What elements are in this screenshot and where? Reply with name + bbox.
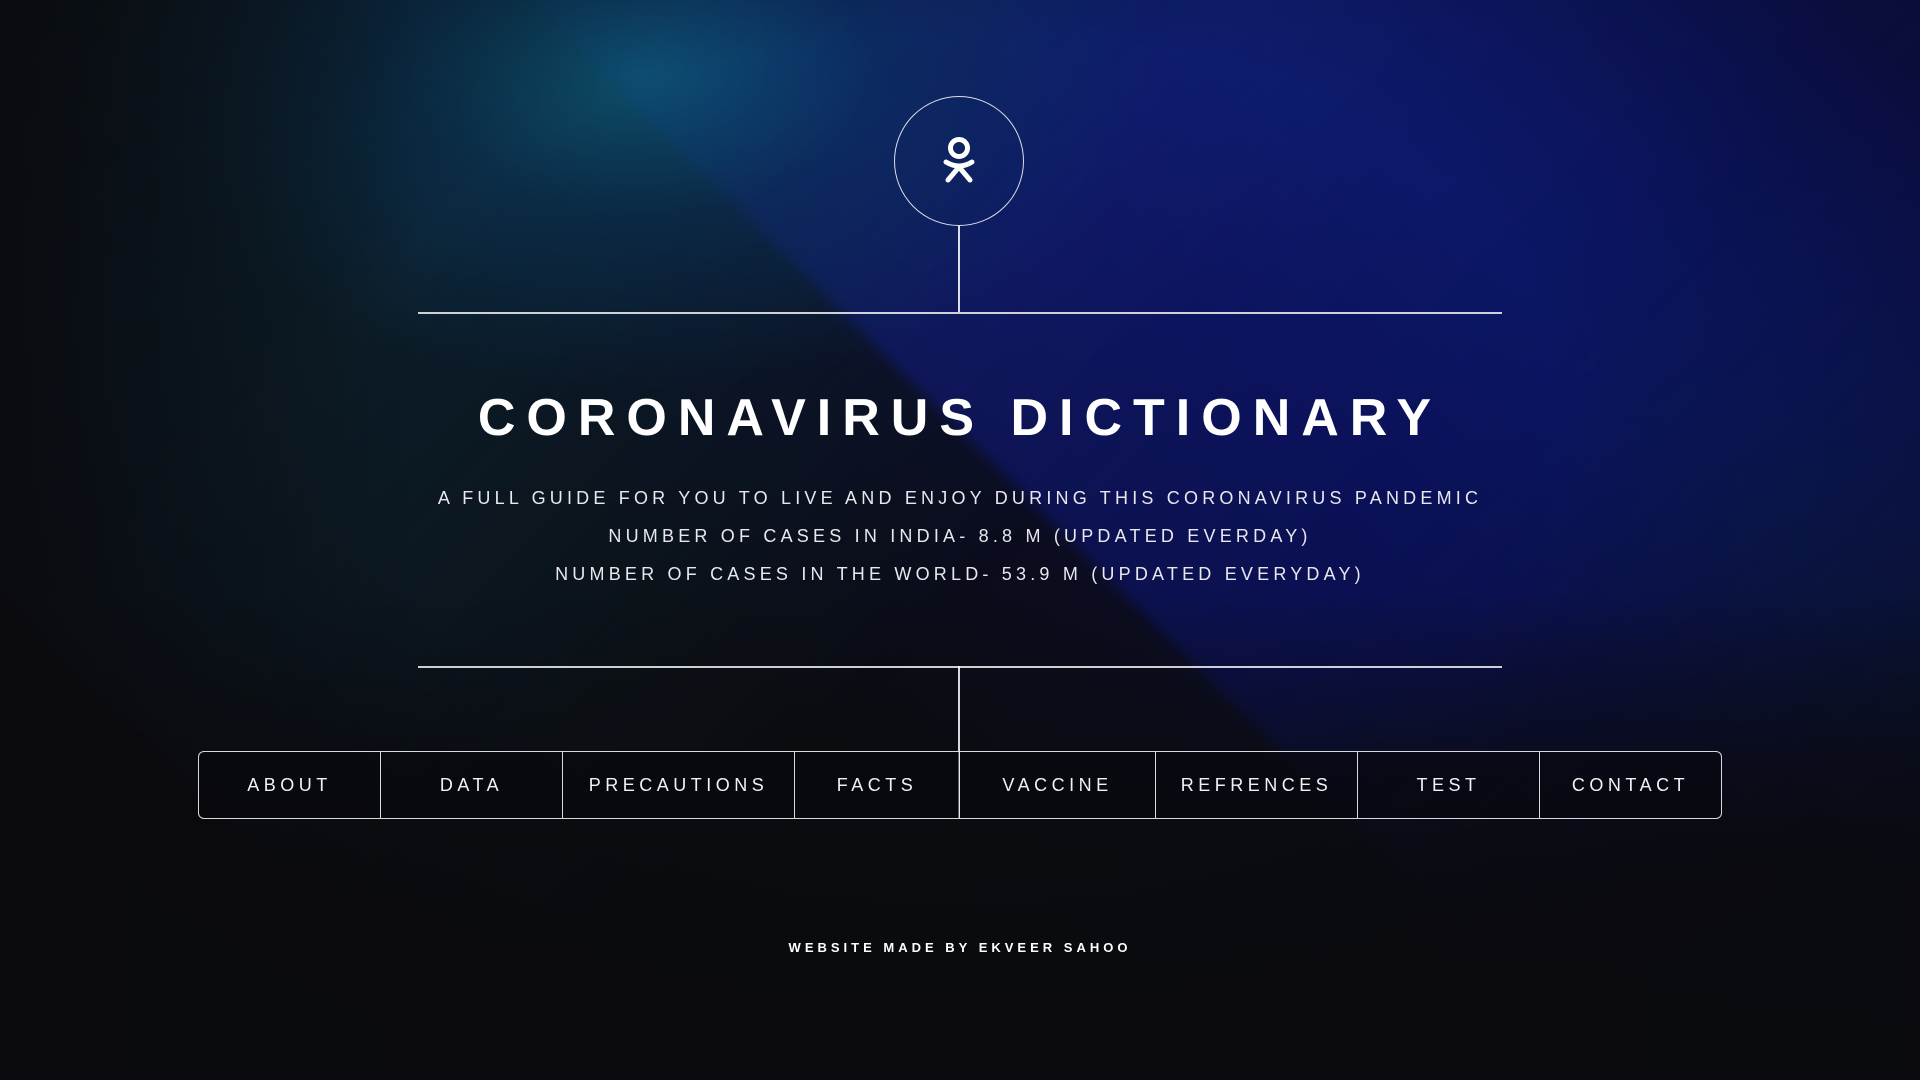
logo[interactable]	[894, 96, 1024, 226]
footer-credit: WEBSITE MADE BY EKVEER SAHOO	[788, 940, 1132, 955]
nav-item-contact[interactable]: CONTACT	[1540, 752, 1721, 818]
divider-top	[418, 312, 1502, 314]
page-title: CORONAVIRUS DICTIONARY	[477, 389, 1443, 447]
subtitle-india-cases: NUMBER OF CASES IN INDIA- 8.8 M (UPDATED…	[608, 526, 1312, 546]
subtitle-world-cases: NUMBER OF CASES IN THE WORLD- 53.9 M (UP…	[555, 564, 1365, 584]
nav-item-data[interactable]: DATA	[381, 752, 563, 818]
nav-item-facts[interactable]: FACTS	[795, 752, 960, 818]
connector-line-top	[958, 226, 960, 312]
nav-item-about[interactable]: ABOUT	[199, 752, 381, 818]
nav-item-precautions[interactable]: PRECAUTIONS	[563, 752, 795, 818]
nav-item-vaccine[interactable]: VACCINE	[960, 752, 1156, 818]
nav-item-test[interactable]: TEST	[1358, 752, 1540, 818]
main-content: CORONAVIRUS DICTIONARY A FULL GUIDE FOR …	[0, 0, 1920, 1080]
main-nav: ABOUT DATA PRECAUTIONS FACTS VACCINE REF…	[198, 751, 1722, 819]
subtitle-guide: A FULL GUIDE FOR YOU TO LIVE AND ENJOY D…	[437, 488, 1483, 508]
page: CORONAVIRUS DICTIONARY A FULL GUIDE FOR …	[0, 0, 1920, 1080]
odnoklassniki-icon	[943, 137, 975, 183]
nav-item-refrences[interactable]: REFRENCES	[1156, 752, 1358, 818]
divider-bottom	[418, 666, 1502, 668]
